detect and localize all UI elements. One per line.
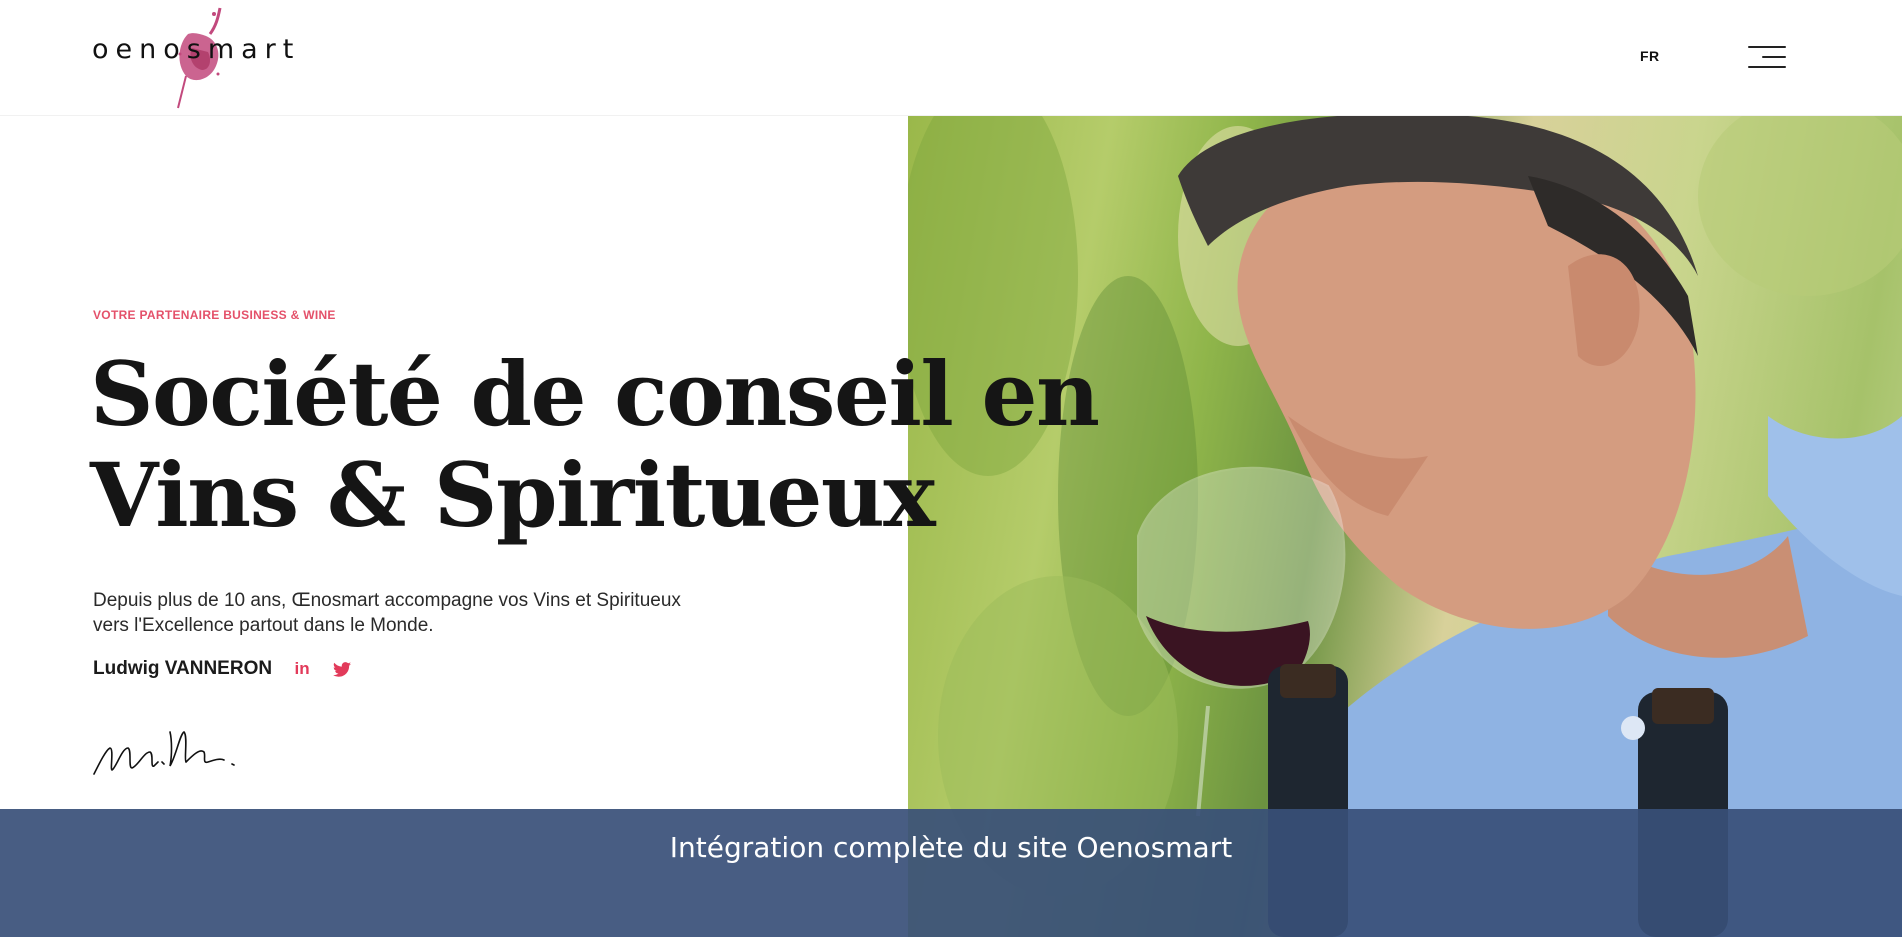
oenosmart-logo[interactable]: oenosmart	[92, 4, 293, 112]
twitter-bird-icon	[333, 661, 352, 677]
lead-line-1: Depuis plus de 10 ans, Œnosmart accompag…	[93, 590, 681, 611]
menu-line-icon	[1748, 66, 1786, 68]
hero-kicker: VOTRE PARTENAIRE BUSINESS & WINE	[93, 308, 336, 322]
banner-caption: Intégration complète du site Oenosmart	[669, 831, 1233, 864]
lead-line-2: vers l'Excellence partout dans le Monde.	[93, 615, 434, 636]
headline-line-1: Société de conseil en	[90, 342, 1100, 446]
menu-line-icon	[1748, 46, 1786, 48]
author-name: Ludwig VANNERON	[93, 658, 273, 679]
author-row: Ludwig VANNERON in	[93, 657, 352, 681]
menu-line-icon	[1762, 56, 1786, 58]
social-links: in	[292, 659, 352, 678]
signature-image	[93, 731, 235, 775]
twitter-icon[interactable]	[332, 660, 352, 678]
linkedin-icon[interactable]: in	[292, 659, 312, 678]
hero-lead: Depuis plus de 10 ans, Œnosmart accompag…	[93, 588, 753, 638]
hamburger-menu-button[interactable]	[1746, 44, 1786, 72]
caption-banner: Intégration complète du site Oenosmart	[0, 809, 1902, 937]
language-switch[interactable]: FR	[1640, 48, 1660, 64]
hero-headline: Société de conseil en Vins & Spiritueux	[90, 342, 1100, 547]
headline-line-2: Vins & Spiritueux	[90, 443, 936, 547]
logo-wordmark: oenosmart	[92, 34, 301, 65]
site-header: oenosmart FR	[0, 0, 1902, 116]
